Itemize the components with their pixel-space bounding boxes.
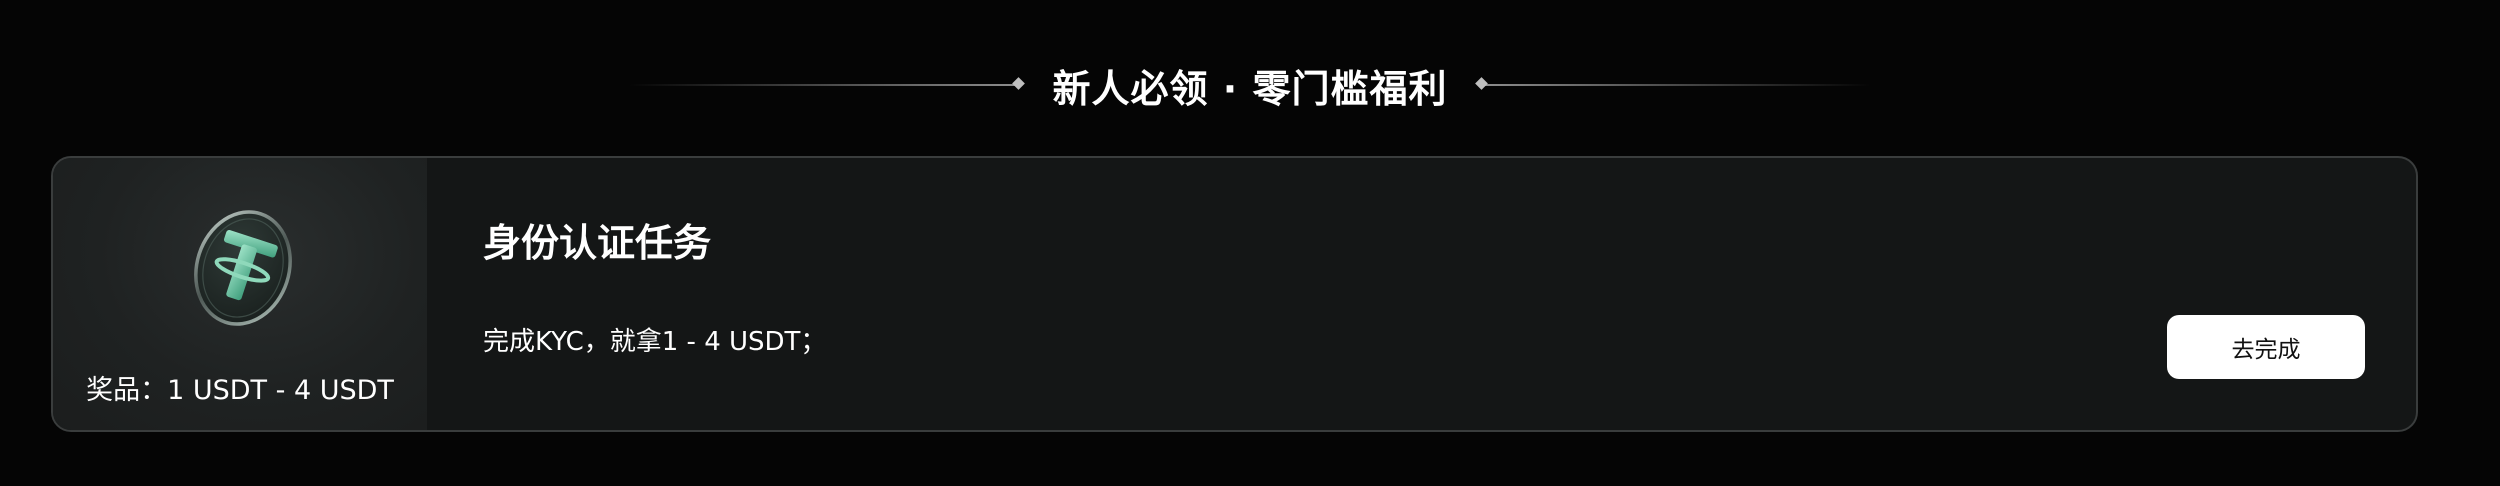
go-complete-button[interactable]: 去完成 (2167, 315, 2365, 379)
section-title: 新人必领 · 零门槛福利 (1052, 66, 1448, 111)
section-header: 新人必领 · 零门槛福利 (0, 52, 2500, 118)
diamond-icon (1011, 77, 1025, 90)
header-divider-left (628, 77, 1025, 90)
prize-label: 奖品：1 USDT - 4 USDT (86, 375, 394, 406)
task-description: 完成KYC，就拿1 - 4 USDT； (483, 327, 827, 357)
header-divider-right (1475, 77, 1872, 90)
diamond-icon (1475, 77, 1489, 90)
usdt-coin-icon (194, 210, 292, 326)
page: 新人必领 · 零门槛福利 奖品：1 USDT - 4 USDT 身份认证任务 完… (0, 0, 2500, 486)
task-title: 身份认证任务 (483, 221, 712, 265)
task-card-kyc: 奖品：1 USDT - 4 USDT 身份认证任务 完成KYC，就拿1 - 4 … (51, 156, 2418, 432)
prize-panel: 奖品：1 USDT - 4 USDT (53, 158, 427, 430)
